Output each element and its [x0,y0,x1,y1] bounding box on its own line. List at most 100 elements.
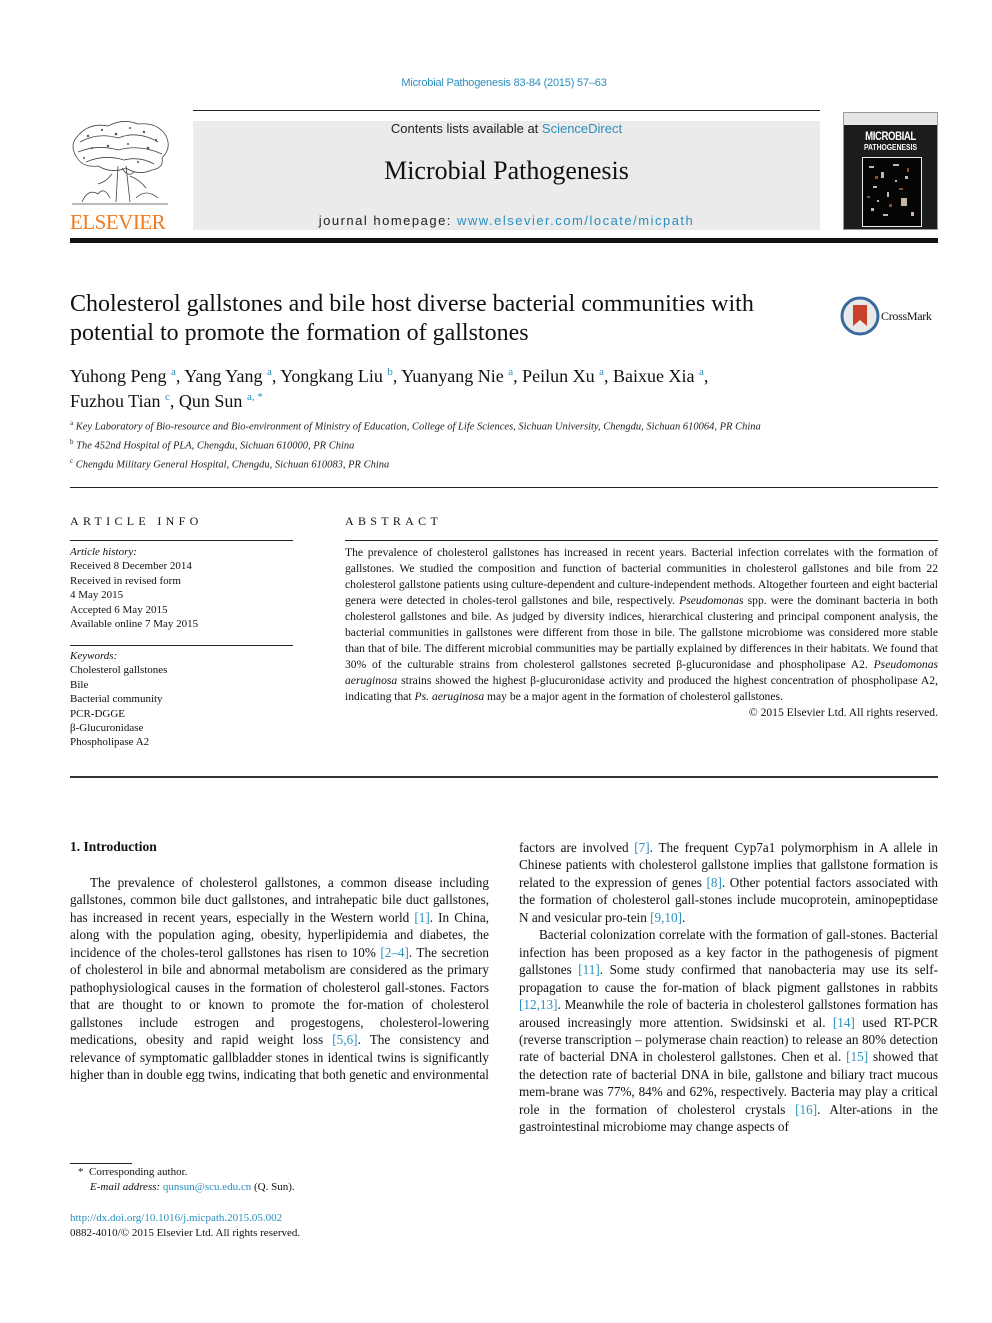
author-name[interactable]: Fuzhou Tian [70,391,161,411]
citation-link[interactable]: [2–4] [380,945,409,960]
homepage-link[interactable]: www.elsevier.com/locate/micpath [457,213,694,228]
citation-link[interactable]: [16] [795,1102,817,1117]
citation-link[interactable]: [15] [846,1049,868,1064]
author-name[interactable]: Yongkang Liu [280,366,383,386]
author-affiliation-marker[interactable]: c [165,391,170,403]
abstract-italic: Pseudomonas [679,594,744,607]
doi-block: http://dx.doi.org/10.1016/j.micpath.2015… [70,1211,300,1241]
citation-link[interactable]: [1] [414,910,429,925]
affiliation-item: b The 452nd Hospital of PLA, Chengdu, Si… [70,435,830,454]
article-info-rule [70,540,293,541]
body-paragraph: Bacterial colonization correlate with th… [519,926,938,1135]
cover-top-band [844,113,937,125]
homepage-prefix: journal homepage: [318,213,458,228]
author-affiliation-marker[interactable]: a [599,366,604,378]
article-history: Article history: Received 8 December 201… [70,545,300,631]
keywords-label: Keywords: [70,650,118,662]
keyword-item: Bacterial community [70,693,163,706]
elsevier-wordmark: ELSEVIER [70,210,166,234]
history-item: Received in revised form [70,574,181,587]
email-label: E-mail address: [90,1181,163,1193]
history-item: 4 May 2015 [70,589,124,602]
author-affiliation-marker[interactable]: a [699,366,704,378]
author-list: Yuhong Peng a, Yang Yang a, Yongkang Liu… [70,366,709,411]
abstract-copyright: © 2015 Elsevier Ltd. All rights reserved… [748,706,938,719]
title-block-rule [70,487,938,488]
author-affiliation-marker[interactable]: a [508,366,513,378]
front-matter-rule [70,776,938,778]
keyword-item: PCR-DGGE [70,707,126,720]
citation-link[interactable]: [11] [578,962,599,977]
email-suffix: (Q. Sun). [251,1181,295,1193]
affiliation-item: a Key Laboratory of Bio-resource and Bio… [70,416,830,435]
header-rule [193,110,820,111]
body-paragraph: The prevalence of cholesterol gallstones… [70,874,489,1083]
author-affiliation-marker[interactable]: a, * [247,391,263,403]
keyword-item: β-Glucuronidase [70,722,144,735]
journal-homepage: journal homepage: www.elsevier.com/locat… [193,213,820,228]
citation-link[interactable]: [12,13] [519,997,557,1012]
citation-link[interactable]: [5,6] [332,1032,357,1047]
sciencedirect-link[interactable]: ScienceDirect [542,121,622,136]
citation-link[interactable]: [8] [706,875,721,890]
article-title: Cholesterol gallstones and bile host div… [70,291,754,346]
section-heading-introduction: 1. Introduction [70,839,157,854]
author-name[interactable]: Peilun Xu [522,366,595,386]
corresponding-author-footnote: * Corresponding author. E-mail address: … [78,1165,295,1195]
doi-link[interactable]: http://dx.doi.org/10.1016/j.micpath.2015… [70,1212,282,1224]
cover-title-line-2: PATHOGENESIS [863,143,918,152]
author-affiliation-marker[interactable]: b [387,366,393,378]
header-thick-rule [70,238,938,243]
affiliation-text: Key Laboratory of Bio-resource and Bio-e… [75,421,761,433]
keyword-item: Cholesterol gallstones [70,664,168,677]
keywords: Keywords: Cholesterol gallstones Bile Ba… [70,649,300,750]
abstract-heading: ABSTRACT [345,514,443,528]
history-label: Article history: [70,546,137,558]
citation-link[interactable]: [9,10] [650,910,682,925]
email-link[interactable]: qunsun@scu.edu.cn [163,1181,251,1193]
affiliation-key: a [70,419,74,427]
history-item: Received 8 December 2014 [70,560,192,573]
body-text: . [681,909,686,925]
affiliation-item: c Chengdu Military General Hospital, Che… [70,454,830,473]
footnote-star: * [78,1166,84,1178]
footnote-corresponding: Corresponding author. [89,1166,188,1178]
abstract-text: may be a major agent in the formation of… [484,690,783,703]
abstract-body: The prevalence of cholesterol gallstones… [345,545,938,721]
body-column-right: factors are involved [7]. The frequent C… [519,839,938,1136]
journal-citation-link[interactable]: Microbial Pathogenesis 83-84 (2015) 57–6… [0,77,992,89]
author-name[interactable]: Qun Sun [179,391,243,411]
history-item: Available online 7 May 2015 [70,618,199,631]
affiliation-key: b [70,438,74,447]
author-name[interactable]: Baixue Xia [613,366,694,386]
issn-copyright: 0882-4010/© 2015 Elsevier Ltd. All right… [70,1227,301,1239]
journal-cover-thumbnail[interactable]: MICROBIAL PATHOGENESIS [843,112,938,230]
body-paragraph: factors are involved [7]. The frequent C… [519,839,938,926]
cover-micrograph [862,157,922,227]
affiliation-text: The 452nd Hospital of PLA, Chengdu, Sich… [76,440,355,452]
affiliations: a Key Laboratory of Bio-resource and Bio… [70,416,830,473]
keyword-item: Phospholipase A2 [70,736,150,749]
history-item: Accepted 6 May 2015 [70,603,168,616]
cover-title-line-1: MICROBIAL [865,129,916,143]
author-affiliation-marker[interactable]: a [267,366,272,378]
keyword-item: Bile [70,678,89,691]
author-affiliation-marker[interactable]: a [171,366,176,378]
body-column-left: The prevalence of cholesterol gallstones… [70,874,489,1083]
abstract-rule [345,540,938,541]
article-info-heading: ARTICLE INFO [70,514,203,528]
journal-title: Microbial Pathogenesis [384,156,629,185]
affiliation-key: c [70,457,74,466]
contents-prefix: Contents lists available at [390,121,542,136]
citation-link[interactable]: [7] [634,840,649,855]
crossmark-label[interactable]: CrossMark [881,309,932,324]
keywords-rule [70,645,293,646]
author-name[interactable]: Yang Yang [184,366,262,386]
footnote-rule [70,1163,132,1164]
affiliation-text: Chengdu Military General Hospital, Cheng… [75,459,390,471]
author-name[interactable]: Yuhong Peng [70,366,167,386]
abstract-italic: Ps. aeruginosa [414,690,485,703]
citation-link[interactable]: [14] [833,1015,855,1030]
crossmark-icon [840,296,880,336]
author-name[interactable]: Yuanyang Nie [401,366,503,386]
